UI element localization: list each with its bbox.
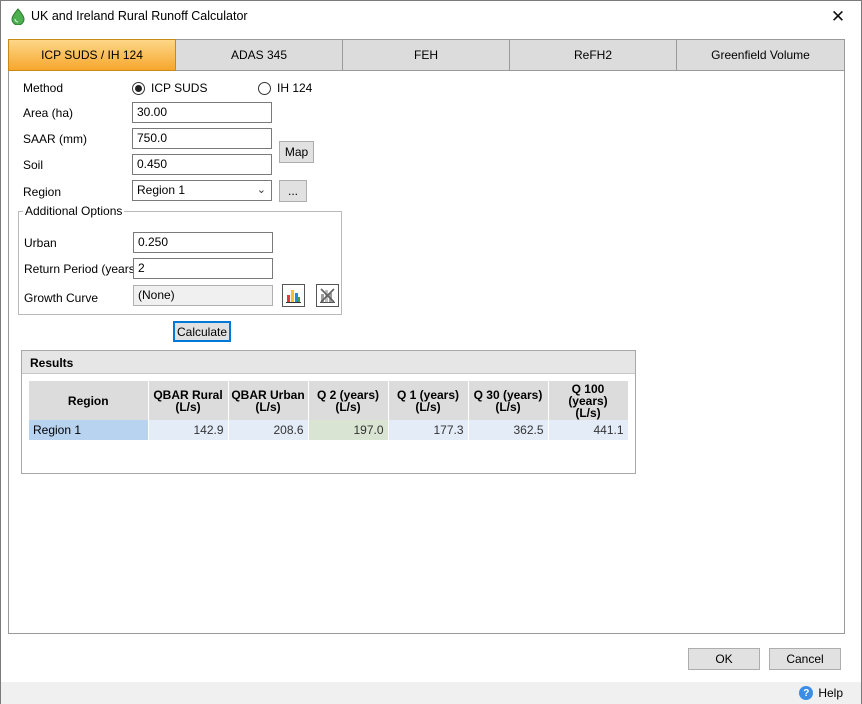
help-label[interactable]: Help [818,686,843,700]
map-button[interactable]: Map [279,141,314,163]
tab-feh[interactable]: FEH [343,39,510,71]
cell-q1[interactable]: 177.3 [388,420,469,440]
help-link[interactable]: ? Help [799,686,843,700]
method-label: Method [23,81,64,95]
table-row[interactable]: Region 1 142.9 208.6 197.0 177.3 362.5 4… [29,420,629,440]
radio-icp-suds[interactable]: ICP SUDS [132,81,207,95]
radio-icp-suds-label[interactable]: ICP SUDS [151,81,207,95]
cell-region[interactable]: Region 1 [29,420,149,440]
col-region-line1: Region [67,393,109,408]
results-table: Region QBAR Rural (L/s) QBAR Urban (L/s) [29,381,629,440]
cancel-button[interactable]: Cancel [769,648,841,670]
saar-label: SAAR (mm) [23,132,87,146]
col-q100-line2: (L/s) [575,405,601,420]
cell-qbar-urban[interactable]: 208.6 [228,420,309,440]
urban-input[interactable]: 0.250 [133,232,273,253]
close-icon[interactable]: ✕ [831,7,845,27]
col-q1-line2: (L/s) [415,399,441,414]
window-title: UK and Ireland Rural Runoff Calculator [31,9,248,23]
additional-options-group: Additional Options Urban 0.250 Return Pe… [18,204,342,315]
col-region[interactable]: Region [29,381,149,420]
results-title: Results [22,351,635,374]
col-qbar-rural-line2: (L/s) [175,399,201,414]
radio-icp-suds-indicator[interactable] [132,81,145,95]
region-label: Region [23,185,62,199]
col-qbar-urban-line2: (L/s) [255,399,281,414]
col-qbar-urban[interactable]: QBAR Urban (L/s) [228,381,309,420]
close-button[interactable]: ✕ [815,1,861,32]
title-bar: UK and Ireland Rural Runoff Calculator ✕ [1,1,861,32]
additional-options-title: Additional Options [23,204,125,218]
cell-q30[interactable]: 362.5 [468,420,549,440]
region-select-value[interactable]: Region 1 [137,183,185,197]
client-area: ICP SUDS / IH 124 ADAS 345 FEH ReFH2 Gre… [1,32,861,704]
col-q2-line2: (L/s) [335,399,361,414]
results-header-row: Region QBAR Rural (L/s) QBAR Urban (L/s) [29,381,629,420]
col-q100-line1: Q 100 (years) [568,381,608,408]
return-period-input[interactable]: 2 [133,258,273,279]
col-q1[interactable]: Q 1 (years) (L/s) [388,381,469,420]
growth-curve-clear-button[interactable] [316,284,339,307]
region-more-button[interactable]: ... [279,180,307,202]
col-q30[interactable]: Q 30 (years) (L/s) [468,381,549,420]
radio-ih-124[interactable]: IH 124 [258,81,312,95]
cell-q100[interactable]: 441.1 [548,420,629,440]
col-q2[interactable]: Q 2 (years) (L/s) [308,381,389,420]
tab-adas-345[interactable]: ADAS 345 [176,39,343,71]
results-panel: Results Region QBAR Rural (L/s) QBAR Urb… [21,350,636,474]
tab-greenfield-volume[interactable]: Greenfield Volume [677,39,845,71]
return-period-label: Return Period (years) [24,262,139,276]
radio-ih-124-indicator[interactable] [258,81,271,95]
growth-curve-field: (None) [133,285,273,306]
soil-label: Soil [23,158,44,172]
area-label: Area (ha) [23,106,74,120]
clear-chart-icon[interactable] [319,287,336,304]
soil-input[interactable]: 0.450 [132,154,272,175]
growth-curve-chart-button[interactable] [282,284,305,307]
growth-curve-label: Growth Curve [24,291,99,305]
saar-input[interactable]: 750.0 [132,128,272,149]
ok-button[interactable]: OK [688,648,760,670]
cell-qbar-rural[interactable]: 142.9 [148,420,229,440]
col-q100[interactable]: Q 100 (years) (L/s) [548,381,629,420]
col-qbar-rural[interactable]: QBAR Rural (L/s) [148,381,229,420]
tab-strip: ICP SUDS / IH 124 ADAS 345 FEH ReFH2 Gre… [8,39,845,71]
calculate-button[interactable]: Calculate [173,321,231,342]
dialog-window: UK and Ireland Rural Runoff Calculator ✕… [0,0,862,704]
water-drop-icon [11,8,25,25]
help-icon[interactable]: ? [799,686,814,700]
cell-q2[interactable]: 197.0 [308,420,389,440]
region-select[interactable]: Region 1 ⌄ [132,180,272,201]
radio-ih-124-label[interactable]: IH 124 [277,81,312,95]
area-input[interactable]: 30.00 [132,102,272,123]
tab-icp-suds-ih124[interactable]: ICP SUDS / IH 124 [8,39,176,71]
status-bar [1,682,861,704]
tab-panel-icp-suds: Method ICP SUDS IH 124 Area (ha) 30.00 S… [8,71,845,634]
bar-chart-icon[interactable] [285,287,302,304]
tab-refh2[interactable]: ReFH2 [510,39,677,71]
chevron-down-icon[interactable]: ⌄ [257,183,266,196]
col-q30-line2: (L/s) [495,399,521,414]
urban-label: Urban [24,236,57,250]
